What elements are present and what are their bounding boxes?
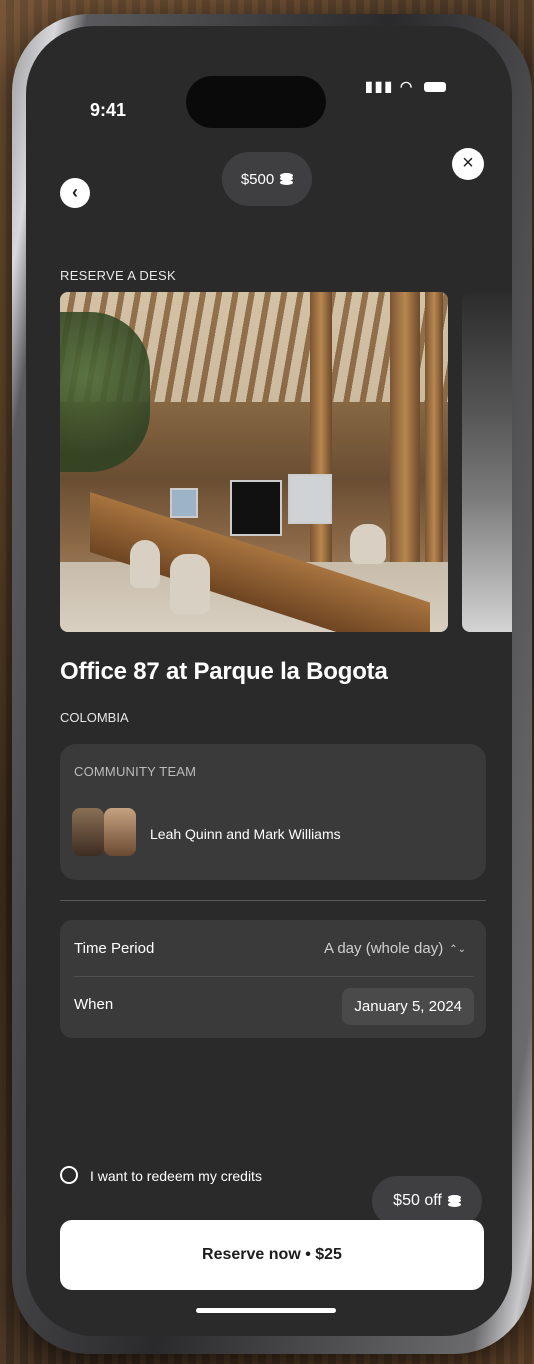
photo-monitor xyxy=(170,488,198,518)
home-indicator xyxy=(196,1308,336,1313)
redeem-credits-label[interactable]: I want to redeem my credits xyxy=(90,1168,262,1184)
avatar xyxy=(72,808,104,856)
chevron-left-icon: ‹ xyxy=(72,182,78,202)
photo-chair xyxy=(130,540,160,588)
photo-chair xyxy=(170,554,210,614)
time-period-select[interactable]: A day (whole day) ⌃⌄ xyxy=(324,940,466,957)
status-icons: ▮▮▮ ◠ xyxy=(365,78,447,95)
signal-icon: ▮▮▮ xyxy=(365,78,395,94)
office-title: Office 87 at Parque la Bogota xyxy=(60,658,388,685)
credits-balance[interactable]: $500 xyxy=(222,152,312,206)
photo-monitor xyxy=(288,474,332,524)
credits-amount: $500 xyxy=(240,170,275,188)
office-photo-next[interactable] xyxy=(462,292,512,632)
photo-monitor xyxy=(230,480,282,536)
dynamic-island xyxy=(186,76,326,128)
section-label: RESERVE A DESK xyxy=(60,268,176,283)
photo-plant xyxy=(60,312,150,472)
photo-chair xyxy=(350,524,386,564)
coins-icon xyxy=(280,173,294,185)
community-team-card: COMMUNITY TEAM Leah Quinn and Mark Willi… xyxy=(60,744,486,880)
office-country: COLOMBIA xyxy=(60,710,129,725)
community-team-label: COMMUNITY TEAM xyxy=(74,764,197,779)
back-button[interactable]: ‹ xyxy=(60,178,90,208)
status-time: 9:41 xyxy=(90,100,127,120)
coins-icon xyxy=(447,1195,461,1207)
booking-details-card: Time Period A day (whole day) ⌃⌄ When Jan… xyxy=(60,920,486,1038)
app-screen: 9:41 ▮▮▮ ◠ ‹ $500 × RESERVE A DESK Offic… xyxy=(26,26,512,1336)
date-picker[interactable]: January 5, 2024 xyxy=(342,988,474,1025)
battery-icon xyxy=(424,82,447,93)
wifi-icon: ◠ xyxy=(400,78,415,94)
close-button[interactable]: × xyxy=(452,148,484,180)
section-divider xyxy=(60,900,486,901)
phone-frame: 9:41 ▮▮▮ ◠ ‹ $500 × RESERVE A DESK Offic… xyxy=(12,14,532,1354)
discount-amount: $50 off xyxy=(393,1192,442,1209)
office-photo[interactable] xyxy=(60,292,448,632)
time-period-value: A day (whole day) xyxy=(324,940,444,957)
close-icon: × xyxy=(462,152,474,174)
avatar xyxy=(104,808,136,856)
discount-pill: $50 off xyxy=(372,1176,482,1226)
chevron-up-down-icon: ⌃⌄ xyxy=(449,943,466,955)
when-label: When xyxy=(74,996,114,1013)
community-team-names: Leah Quinn and Mark Williams xyxy=(150,826,341,842)
time-period-label: Time Period xyxy=(74,940,155,957)
redeem-credits-radio[interactable] xyxy=(60,1166,78,1184)
reserve-now-button[interactable]: Reserve now • $25 xyxy=(60,1220,484,1290)
row-divider xyxy=(74,976,474,977)
